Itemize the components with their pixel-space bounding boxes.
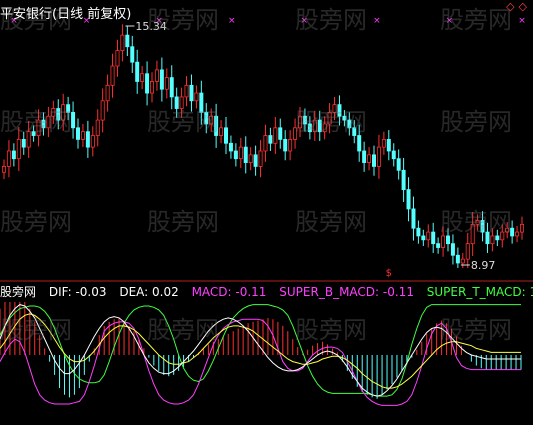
candle-body (490, 235, 495, 245)
candle-body (381, 139, 386, 148)
candle-body (376, 146, 381, 167)
candle-body (120, 34, 125, 51)
candle-body (6, 150, 11, 167)
watermark: 股旁网 (295, 108, 367, 136)
candle-body (90, 135, 95, 148)
candle-body (16, 139, 21, 160)
watermark: 股旁网 (0, 316, 72, 344)
candle-body (436, 243, 441, 248)
candle-body (21, 139, 26, 148)
candle-body (105, 84, 110, 102)
candle-body (80, 131, 85, 140)
candle-body (85, 131, 90, 148)
candle-body (431, 231, 436, 245)
watermark: 股旁网 (147, 316, 219, 344)
candle-body (194, 92, 199, 102)
legend-macd: MACD: -0.11 (191, 285, 267, 299)
candle-body (391, 150, 396, 160)
candle-body (253, 154, 258, 167)
legend-dif: DIF: -0.03 (48, 285, 107, 299)
candle-body (273, 127, 278, 144)
candle-body (455, 254, 460, 264)
candle-body (164, 77, 169, 90)
candle-body (2, 166, 7, 173)
candle-body (421, 235, 426, 241)
candle-body (135, 61, 140, 82)
candle-body (11, 150, 16, 160)
candle-body (367, 154, 372, 163)
watermark: 股旁网 (147, 6, 219, 34)
watermark: 股旁网 (147, 108, 219, 136)
candle-body (426, 231, 431, 241)
watermark: 股旁网 (440, 208, 512, 236)
candle-body (283, 139, 288, 152)
candle-body (357, 135, 362, 152)
candle-body (258, 150, 263, 167)
watermark: 股旁网 (295, 316, 367, 344)
candle-body (465, 243, 470, 260)
candle-body (263, 135, 268, 152)
watermark: 股旁网 (295, 6, 367, 34)
candle-body (110, 65, 115, 86)
candle-body (248, 154, 253, 163)
candle-body (95, 119, 100, 136)
candle-body (145, 73, 150, 94)
candle-body (515, 231, 520, 237)
candle-body (100, 100, 105, 121)
candle-body (149, 81, 154, 94)
bottom-signal-mark: $ (386, 268, 392, 279)
candle-body (184, 84, 189, 98)
candle-body (154, 69, 159, 82)
candle-body (169, 77, 174, 98)
legend-super-t: SUPER_T_MACD: 1.02 (426, 285, 533, 299)
watermark: 股旁网 (440, 6, 512, 34)
candle-body (278, 127, 283, 140)
watermark: 股旁网 (440, 108, 512, 136)
candle-body (441, 235, 446, 248)
candle-body (450, 243, 455, 256)
candle-body (406, 189, 411, 210)
candle-body (125, 34, 130, 48)
candle-body (228, 142, 233, 152)
candle-body (189, 84, 194, 102)
watermark: 股旁网 (295, 208, 367, 236)
legend-dea: DEA: 0.02 (119, 285, 179, 299)
candle-body (140, 73, 145, 82)
candle-body (233, 150, 238, 160)
candle-body (362, 150, 367, 163)
candle-body (243, 146, 248, 163)
watermark: 股旁网 (147, 208, 219, 236)
corner-diamond-icons: ◇◇ (506, 0, 531, 13)
candle-body (130, 46, 135, 63)
watermark: 股旁网 (0, 208, 72, 236)
watermark: 股旁网 (440, 316, 512, 344)
watermark: 股旁网 (0, 108, 72, 136)
candle-body (223, 127, 228, 144)
candle-body (288, 139, 293, 152)
candle-body (401, 169, 406, 191)
legend-source: 股旁网 (0, 285, 37, 299)
candle-body (268, 135, 273, 144)
candle-body (416, 227, 421, 237)
candle-body (219, 127, 224, 136)
candle-body (445, 235, 450, 245)
candle-body (159, 69, 164, 90)
candle-body (520, 223, 525, 233)
low-price-label: 8.97 (471, 259, 496, 272)
top-signal-mark: × (373, 16, 381, 26)
candle-body (238, 146, 243, 160)
candle-body (460, 258, 465, 264)
indicator-legend: 股旁网 DIF: -0.03 DEA: 0.02 MACD: -0.11 SUP… (0, 283, 533, 300)
legend-super-b: SUPER_B_MACD: -0.11 (279, 285, 414, 299)
candle-body (386, 139, 391, 152)
chart-title: 平安银行(日线 前复权) (0, 7, 132, 22)
candle-body (115, 50, 120, 67)
candle-body (396, 158, 401, 171)
candle-body (371, 154, 376, 167)
top-signal-mark: × (228, 16, 236, 26)
top-signal-mark: × (518, 16, 526, 26)
candle-body (411, 208, 416, 229)
candle-body (76, 127, 81, 140)
